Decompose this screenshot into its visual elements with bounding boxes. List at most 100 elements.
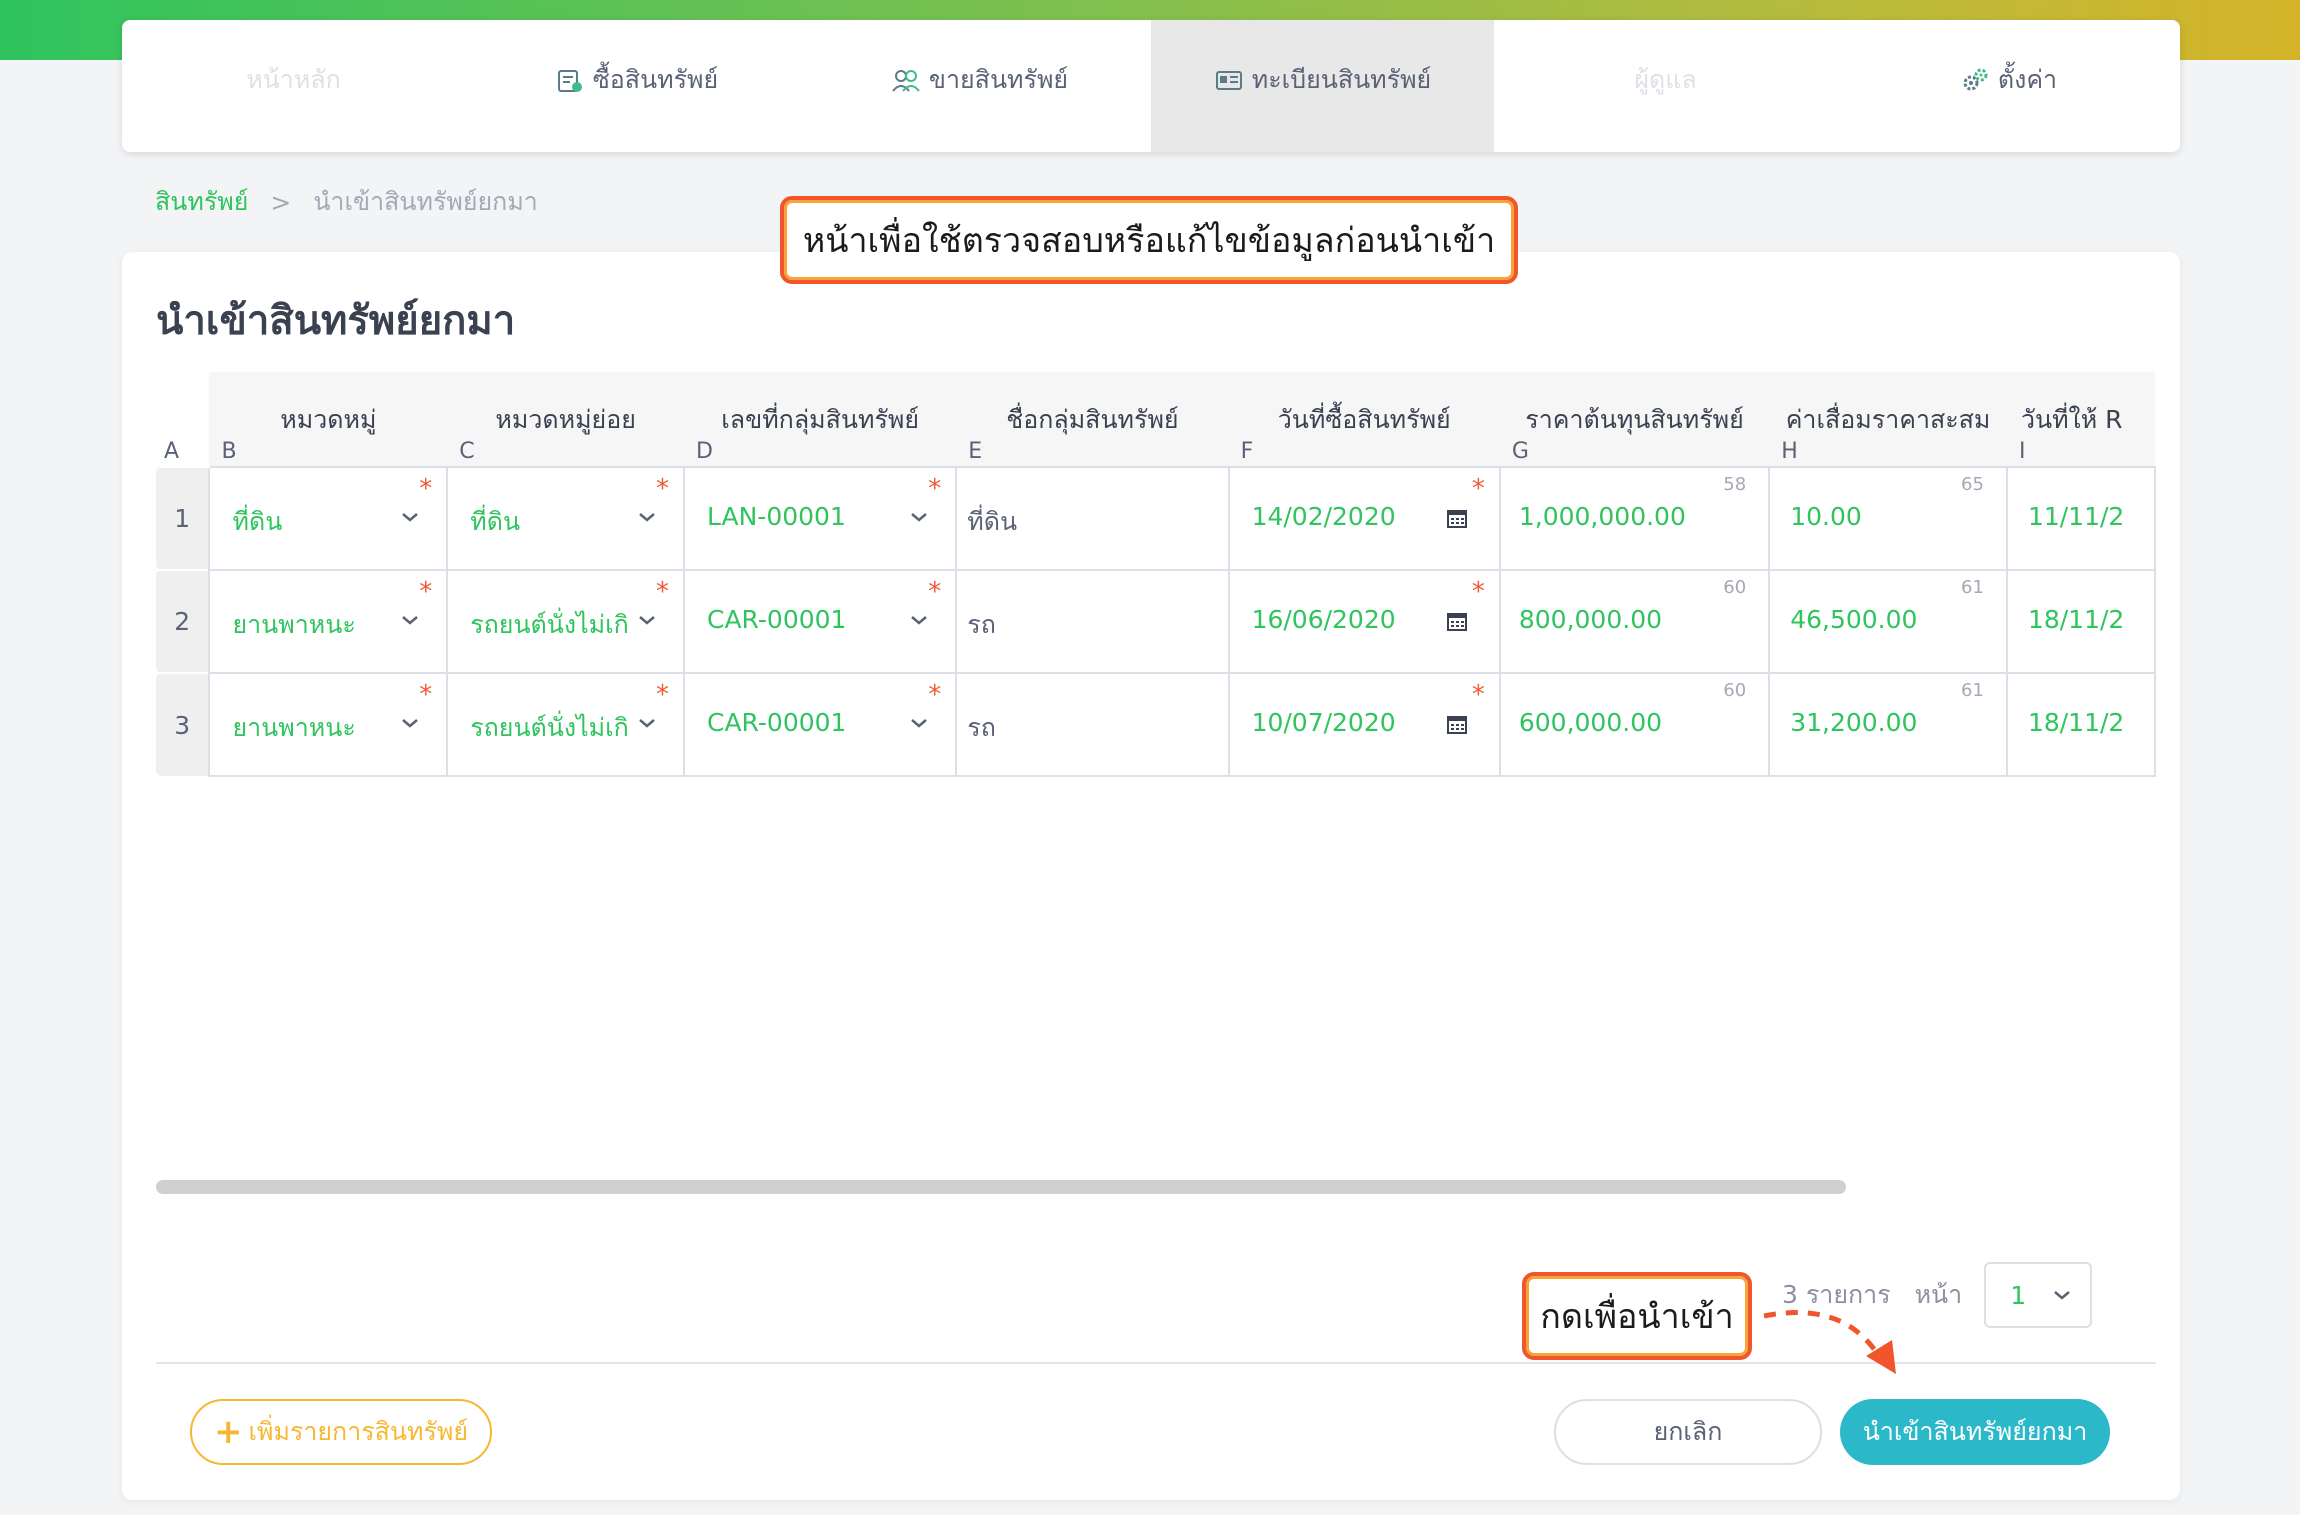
cell-value: 600,000.00 bbox=[1518, 708, 1662, 737]
group-no-select[interactable]: CAR-00001 * bbox=[682, 672, 958, 777]
column-title: ค่าเสื่อมราคาสะสม bbox=[1785, 405, 1991, 434]
nav-register-label: ทะเบียนสินทรัพย์ bbox=[1251, 65, 1432, 94]
subcategory-select[interactable]: รถยนต์นั่งไม่เกิ * bbox=[446, 569, 685, 674]
cell-value: ยานพาหนะ bbox=[232, 713, 356, 742]
required-mark: * bbox=[1471, 577, 1485, 607]
required-mark: * bbox=[419, 577, 433, 607]
cell-superscript: 60 bbox=[1723, 680, 1747, 701]
nav-home[interactable]: หน้าหลัก bbox=[122, 20, 465, 152]
calendar-icon[interactable] bbox=[1446, 508, 1467, 528]
column-header-start-date: วันที่ให้ R I bbox=[2006, 372, 2155, 467]
cell-value: 46,500.00 bbox=[1790, 605, 1918, 634]
purchase-date-input[interactable]: 14/02/2020 * bbox=[1227, 466, 1501, 571]
cell-superscript: 61 bbox=[1961, 577, 1984, 598]
breadcrumb-root-link[interactable]: สินทรัพย์ bbox=[155, 182, 248, 222]
start-date-input[interactable]: 18/11/2 bbox=[2005, 672, 2156, 777]
start-date-input[interactable]: 11/11/2 bbox=[2005, 466, 2156, 571]
nav-purchase[interactable]: ซื้อสินทรัพย์ bbox=[465, 20, 808, 152]
cell-superscript: 65 bbox=[1961, 474, 1984, 495]
plus-icon: + bbox=[213, 1412, 243, 1452]
horizontal-scrollbar[interactable] bbox=[156, 1180, 1846, 1194]
page-label: หน้า bbox=[1914, 1280, 1963, 1309]
calendar-icon[interactable] bbox=[1446, 714, 1467, 734]
chevron-down-icon bbox=[639, 719, 655, 728]
column-title: หมวดหมู่ bbox=[280, 405, 377, 434]
depreciation-input[interactable]: 46,500.00 61 bbox=[1768, 569, 2008, 674]
category-select[interactable]: ยานพาหนะ * bbox=[208, 569, 449, 674]
main-nav: หน้าหลัก ซื้อสินทรัพย์ ขายสินทรัพย์ ทะเบ… bbox=[122, 20, 2180, 152]
group-no-select[interactable]: CAR-00001 * bbox=[682, 569, 958, 674]
column-header-a: A bbox=[156, 372, 210, 467]
required-mark: * bbox=[928, 577, 942, 607]
table-row: 3 ยานพาหนะ * รถยนต์นั่งไม่เกิ * CAR-0000… bbox=[156, 672, 2156, 777]
page-select-value: 1 bbox=[2010, 1280, 2027, 1310]
row-number: 3 bbox=[156, 672, 210, 776]
users-icon bbox=[892, 70, 920, 92]
required-mark: * bbox=[656, 474, 669, 504]
cell-value: 11/11/2 bbox=[2027, 502, 2125, 531]
cell-value: 10.00 bbox=[1790, 502, 1862, 531]
purchase-date-input[interactable]: 16/06/2020 * bbox=[1227, 569, 1501, 674]
group-no-select[interactable]: LAN-00001 * bbox=[682, 466, 958, 571]
purchase-date-input[interactable]: 10/07/2020 * bbox=[1227, 672, 1501, 777]
breadcrumb: สินทรัพย์ > นำเข้าสินทรัพย์ยกมา bbox=[155, 182, 538, 222]
add-asset-button[interactable]: + เพิ่มรายการสินทรัพย์ bbox=[190, 1399, 492, 1465]
purchase-icon bbox=[557, 70, 582, 92]
column-header-group-name: ชื่อกลุ่มสินทรัพย์ E bbox=[956, 372, 1229, 467]
group-name-cell: ที่ดิน bbox=[955, 466, 1230, 571]
calendar-icon[interactable] bbox=[1446, 611, 1467, 631]
depreciation-input[interactable]: 31,200.00 61 bbox=[1768, 672, 2008, 777]
column-header-category: หมวดหมู่ B bbox=[209, 372, 448, 467]
cell-value: รถยนต์นั่งไม่เกิ bbox=[470, 713, 629, 742]
nav-sell[interactable]: ขายสินทรัพย์ bbox=[808, 20, 1151, 152]
category-select[interactable]: ที่ดิน * bbox=[208, 466, 449, 571]
nav-admin[interactable]: ผู้ดูแล bbox=[1494, 20, 1837, 152]
depreciation-input[interactable]: 10.00 65 bbox=[1768, 466, 2008, 571]
chevron-down-icon bbox=[402, 513, 419, 522]
table-row: 2 ยานพาหนะ * รถยนต์นั่งไม่เกิ * CAR-0000… bbox=[156, 569, 2156, 674]
column-letter: B bbox=[221, 439, 237, 464]
cell-value: ยานพาหนะ bbox=[232, 610, 356, 639]
cell-value: CAR-00001 bbox=[707, 708, 847, 737]
cost-input[interactable]: 600,000.00 60 bbox=[1498, 672, 1771, 777]
nav-home-label: หน้าหลัก bbox=[246, 65, 341, 94]
column-letter: F bbox=[1240, 439, 1254, 464]
cell-value: 800,000.00 bbox=[1518, 605, 1662, 634]
nav-settings[interactable]: ตั้งค่า bbox=[1837, 20, 2180, 152]
column-letter: I bbox=[2018, 439, 2026, 464]
required-mark: * bbox=[928, 680, 942, 710]
chevron-down-icon bbox=[639, 616, 655, 625]
cell-value: 10/07/2020 bbox=[1251, 708, 1396, 737]
cost-input[interactable]: 800,000.00 60 bbox=[1498, 569, 1771, 674]
cell-value: LAN-00001 bbox=[707, 502, 846, 531]
cell-value: 18/11/2 bbox=[2027, 708, 2125, 737]
page-select[interactable]: 1 bbox=[1984, 1262, 2093, 1328]
nav-sell-label: ขายสินทรัพย์ bbox=[928, 65, 1069, 94]
subcategory-select[interactable]: ที่ดิน * bbox=[446, 466, 685, 571]
nav-register[interactable]: ทะเบียนสินทรัพย์ bbox=[1151, 20, 1494, 152]
chevron-down-icon bbox=[911, 513, 928, 522]
annotation-review-note: หน้าเพื่อใช้ตรวจสอบหรือแก้ไขข้อมูลก่อนนำ… bbox=[780, 196, 1518, 284]
required-mark: * bbox=[1471, 680, 1485, 710]
category-select[interactable]: ยานพาหนะ * bbox=[208, 672, 449, 777]
cell-superscript: 60 bbox=[1723, 577, 1747, 598]
chevron-down-icon bbox=[2054, 1291, 2071, 1300]
cell-value: ที่ดิน bbox=[967, 507, 1018, 536]
cost-input[interactable]: 1,000,000.00 58 bbox=[1498, 466, 1771, 571]
required-mark: * bbox=[419, 474, 433, 504]
column-title: ชื่อกลุ่มสินทรัพย์ bbox=[1006, 405, 1179, 434]
id-card-icon bbox=[1215, 71, 1242, 90]
column-title: วันที่ให้ R bbox=[2020, 405, 2123, 434]
required-mark: * bbox=[1471, 474, 1485, 504]
column-header-group-no: เลขที่กลุ่มสินทรัพย์ D bbox=[684, 372, 957, 467]
chevron-down-icon bbox=[402, 616, 419, 625]
column-letter: D bbox=[696, 439, 713, 464]
column-letter: H bbox=[1781, 439, 1798, 464]
subcategory-select[interactable]: รถยนต์นั่งไม่เกิ * bbox=[446, 672, 685, 777]
column-letter: E bbox=[968, 439, 983, 464]
start-date-input[interactable]: 18/11/2 bbox=[2005, 569, 2156, 674]
breadcrumb-separator: > bbox=[270, 187, 292, 217]
group-name-cell: รถ bbox=[955, 569, 1230, 674]
cell-value: ที่ดิน bbox=[470, 507, 521, 536]
required-mark: * bbox=[419, 680, 433, 710]
